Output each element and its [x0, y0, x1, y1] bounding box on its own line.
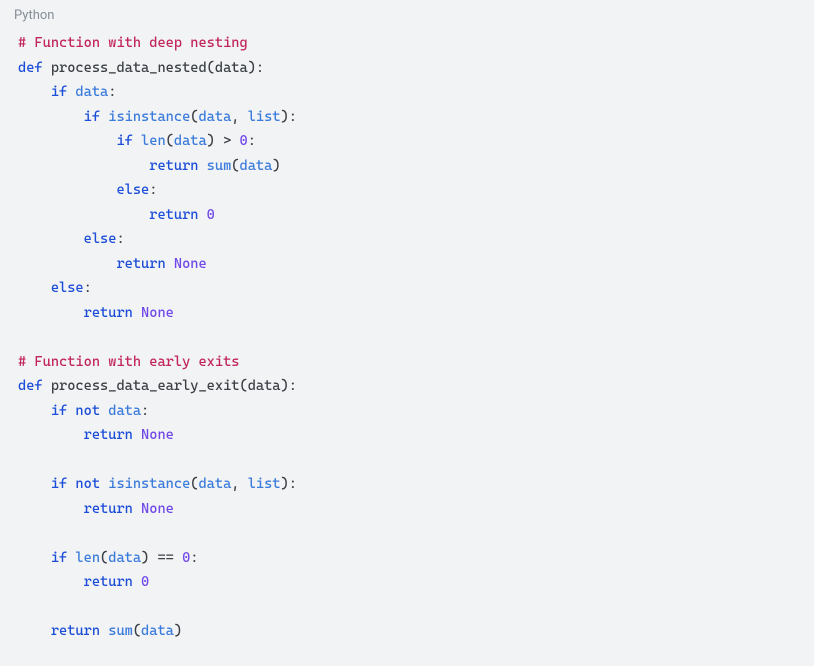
- code-token: return: [149, 207, 206, 223]
- code-token: data: [75, 84, 108, 100]
- code-token: ,: [231, 476, 247, 492]
- code-token: [18, 84, 51, 100]
- code-token: (: [239, 378, 247, 394]
- code-token: data: [108, 550, 141, 566]
- code-token: return: [84, 305, 141, 321]
- code-token: [18, 623, 51, 639]
- code-token: [18, 280, 51, 296]
- code-token: else: [84, 231, 117, 247]
- code-token: data: [215, 60, 248, 76]
- code-token: data: [248, 378, 281, 394]
- code-token: [18, 305, 84, 321]
- code-token: not: [75, 403, 108, 419]
- code-token: if: [51, 476, 76, 492]
- code-token: data: [141, 623, 174, 639]
- code-token: ): [174, 623, 182, 639]
- code-token: return: [149, 158, 206, 174]
- code-token: len: [141, 133, 166, 149]
- code-language-label: Python: [0, 0, 814, 29]
- code-token: ):: [281, 476, 297, 492]
- code-token: (: [133, 623, 141, 639]
- code-token: def: [18, 378, 51, 394]
- code-token: sum: [207, 158, 232, 174]
- code-token: (: [100, 550, 108, 566]
- code-token: [18, 256, 116, 272]
- code-token: isinstance: [108, 476, 190, 492]
- code-token: [18, 109, 84, 125]
- code-token: ):: [281, 378, 297, 394]
- code-token: :: [248, 133, 256, 149]
- code-token: None: [141, 305, 174, 321]
- code-token: data: [198, 109, 231, 125]
- code-token: ):: [248, 60, 264, 76]
- code-token: data: [198, 476, 231, 492]
- code-token: data: [239, 158, 272, 174]
- code-token: sum: [108, 623, 133, 639]
- code-token: return: [51, 623, 108, 639]
- code-token: :: [149, 182, 157, 198]
- code-token: if: [51, 403, 76, 419]
- code-token: # Function with deep nesting: [18, 35, 248, 51]
- code-token: if: [116, 133, 141, 149]
- code-token: 0: [207, 207, 215, 223]
- code-token: 0: [141, 574, 149, 590]
- code-token: return: [84, 427, 141, 443]
- code-token: [18, 133, 116, 149]
- code-token: [18, 550, 51, 566]
- code-token: [18, 574, 84, 590]
- code-token: data: [108, 403, 141, 419]
- code-token: None: [141, 501, 174, 517]
- code-token: ) >: [207, 133, 240, 149]
- code-token: ):: [281, 109, 297, 125]
- code-token: None: [174, 256, 207, 272]
- code-token: [18, 231, 84, 247]
- code-token: isinstance: [108, 109, 190, 125]
- code-token: [18, 501, 84, 517]
- code-token: len: [75, 550, 100, 566]
- code-token: data: [174, 133, 207, 149]
- code-token: def: [18, 60, 51, 76]
- code-token: else: [51, 280, 84, 296]
- code-token: process_data_nested: [51, 60, 207, 76]
- code-token: :: [84, 280, 92, 296]
- code-token: [18, 427, 84, 443]
- code-token: # Function with early exits: [18, 354, 239, 370]
- code-token: return: [84, 501, 141, 517]
- code-token: list: [248, 109, 281, 125]
- code-token: [18, 403, 51, 419]
- code-content: # Function with deep nesting def process…: [0, 29, 814, 658]
- code-token: [18, 207, 149, 223]
- code-token: :: [108, 84, 116, 100]
- code-token: ,: [231, 109, 247, 125]
- code-token: [18, 182, 116, 198]
- code-token: if: [84, 109, 109, 125]
- code-token: :: [190, 550, 198, 566]
- code-token: else: [116, 182, 149, 198]
- code-token: not: [75, 476, 108, 492]
- code-token: (: [207, 60, 215, 76]
- code-token: ) ==: [141, 550, 182, 566]
- code-token: :: [141, 403, 149, 419]
- code-token: return: [84, 574, 141, 590]
- code-token: None: [141, 427, 174, 443]
- code-block-container: Python # Function with deep nesting def …: [0, 0, 814, 666]
- code-token: [18, 158, 149, 174]
- code-token: (: [166, 133, 174, 149]
- code-token: return: [116, 256, 173, 272]
- code-token: [18, 476, 51, 492]
- code-token: process_data_early_exit: [51, 378, 240, 394]
- code-token: 0: [239, 133, 247, 149]
- code-token: if: [51, 550, 76, 566]
- code-token: if: [51, 84, 76, 100]
- code-token: ): [272, 158, 280, 174]
- code-token: :: [116, 231, 124, 247]
- code-token: list: [248, 476, 281, 492]
